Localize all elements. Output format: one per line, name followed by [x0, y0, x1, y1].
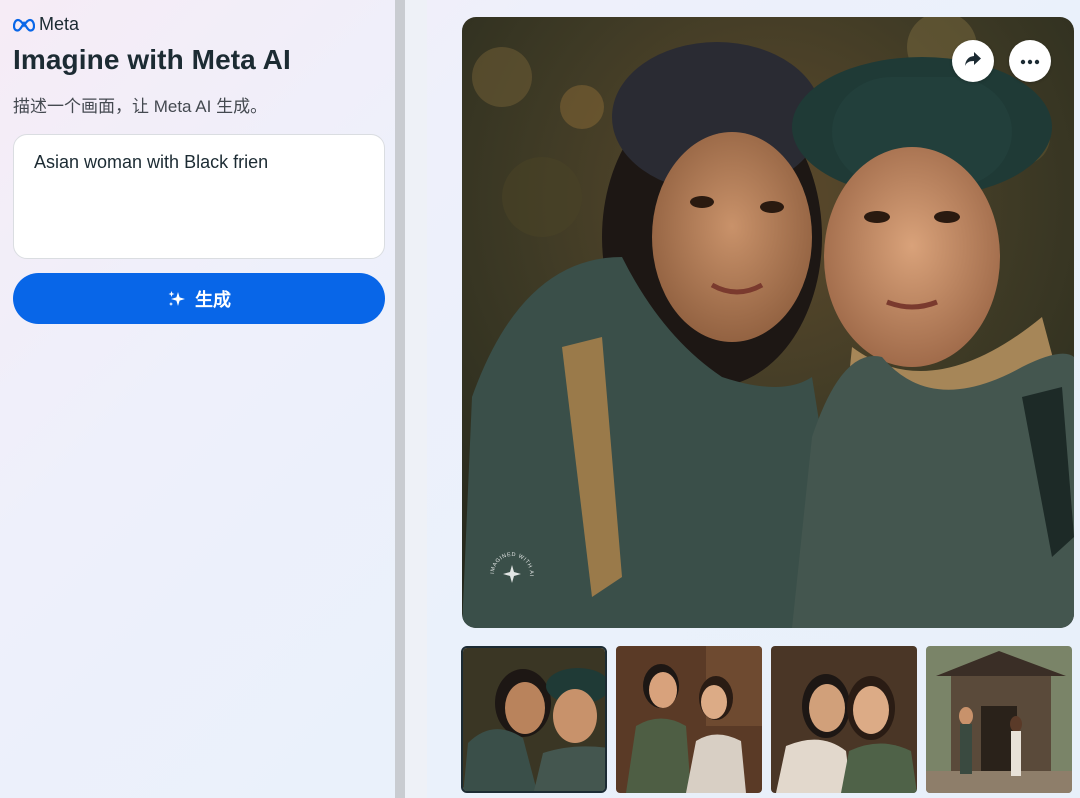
prompt-input[interactable]: Asian woman with Black frien	[13, 134, 385, 259]
panel-gutter	[405, 0, 427, 798]
thumbnail-3[interactable]	[771, 646, 917, 793]
more-dots-icon	[1020, 52, 1040, 70]
share-arrow-icon	[963, 49, 983, 74]
brand-name: Meta	[39, 14, 80, 34]
thumbnail-1[interactable]	[461, 646, 607, 793]
generate-label: 生成	[195, 289, 231, 310]
page-subtitle: 描述一个画面，让 Meta AI 生成。	[13, 97, 268, 116]
panel-divider[interactable]	[395, 0, 405, 798]
left-panel: Meta Imagine with Meta AI 描述一个画面，让 Meta …	[0, 0, 396, 798]
thumbnail-2[interactable]	[616, 646, 762, 793]
meta-brand[interactable]: Meta	[13, 14, 79, 35]
generated-image-main	[462, 17, 1074, 628]
prompt-text: Asian woman with Black frien	[34, 152, 269, 172]
thumbnail-4[interactable]	[926, 646, 1072, 793]
share-button[interactable]	[952, 40, 994, 82]
meta-infinity-icon	[13, 18, 35, 32]
page-title: Imagine with Meta AI	[13, 44, 291, 75]
imagined-with-ai-watermark: IMAGINED WITH AI	[487, 549, 537, 599]
thumbnail-strip	[461, 646, 1080, 796]
sparkle-icon	[167, 289, 187, 309]
more-options-button[interactable]	[1009, 40, 1051, 82]
generate-button[interactable]: 生成	[13, 273, 385, 324]
